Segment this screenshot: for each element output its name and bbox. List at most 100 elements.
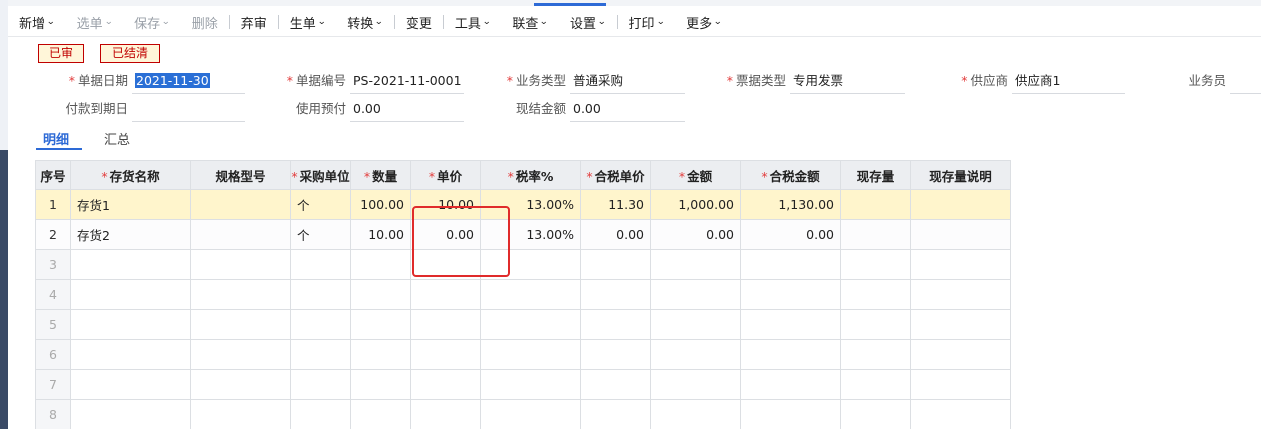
- toolbar-button[interactable]: 转换 ⌄: [336, 8, 394, 36]
- toolbar-button[interactable]: 保存 ⌄: [123, 8, 181, 36]
- table-row[interactable]: 1 存货1 个 100.00 10.00 13.00% 11.30 1,000.00 1,130…: [35, 189, 1011, 220]
- table-cell[interactable]: [480, 249, 581, 280]
- table-cell[interactable]: 存货2: [70, 219, 191, 250]
- toolbar-button[interactable]: 更多 ⌄: [675, 8, 733, 36]
- table-cell[interactable]: 0.00: [740, 219, 841, 250]
- table-row[interactable]: 5: [35, 309, 1011, 340]
- table-cell[interactable]: [650, 339, 741, 370]
- toolbar-button[interactable]: 变更: [395, 8, 443, 36]
- column-header[interactable]: * 数量: [350, 160, 411, 190]
- table-cell[interactable]: [740, 309, 841, 340]
- table-row[interactable]: 7: [35, 369, 1011, 400]
- table-cell[interactable]: [650, 279, 741, 310]
- table-row[interactable]: 4: [35, 279, 1011, 310]
- toolbar-button[interactable]: 设置 ⌄: [559, 8, 617, 36]
- table-cell[interactable]: 存货1: [70, 189, 191, 220]
- table-cell[interactable]: [410, 399, 481, 429]
- column-header[interactable]: * 存货名称: [70, 160, 191, 190]
- toolbar-button[interactable]: 打印 ⌄: [618, 8, 676, 36]
- table-cell[interactable]: [480, 339, 581, 370]
- table-cell[interactable]: [910, 339, 1011, 370]
- table-cell[interactable]: [910, 189, 1011, 220]
- table-cell[interactable]: [840, 279, 911, 310]
- table-row[interactable]: 3: [35, 249, 1011, 280]
- table-cell[interactable]: [840, 339, 911, 370]
- table-row[interactable]: 8: [35, 399, 1011, 429]
- table-cell[interactable]: [740, 249, 841, 280]
- column-header[interactable]: 规格型号: [190, 160, 291, 190]
- table-cell[interactable]: [650, 309, 741, 340]
- table-cell[interactable]: [650, 399, 741, 429]
- column-header[interactable]: 现存量: [840, 160, 911, 190]
- table-cell[interactable]: [840, 309, 911, 340]
- supplier-input[interactable]: 供应商1: [1012, 72, 1125, 94]
- table-cell[interactable]: [410, 339, 481, 370]
- table-cell[interactable]: [190, 399, 291, 429]
- column-header[interactable]: * 税率%: [480, 160, 581, 190]
- invoice-type-select[interactable]: 专用发票: [790, 72, 905, 94]
- table-cell[interactable]: [70, 249, 191, 280]
- table-cell[interactable]: [190, 219, 291, 250]
- table-cell[interactable]: [190, 249, 291, 280]
- table-cell[interactable]: [580, 309, 651, 340]
- column-header[interactable]: 现存量说明: [910, 160, 1011, 190]
- table-cell[interactable]: 1,000.00: [650, 189, 741, 220]
- pay-due-input[interactable]: [132, 100, 245, 122]
- table-cell[interactable]: 100.00: [350, 189, 411, 220]
- table-cell[interactable]: [840, 369, 911, 400]
- table-cell[interactable]: [910, 399, 1011, 429]
- table-cell[interactable]: [910, 369, 1011, 400]
- table-cell[interactable]: [840, 189, 911, 220]
- table-cell[interactable]: [740, 399, 841, 429]
- table-cell[interactable]: [580, 399, 651, 429]
- table-cell[interactable]: [410, 369, 481, 400]
- table-cell[interactable]: [290, 309, 351, 340]
- column-header[interactable]: * 金额: [650, 160, 741, 190]
- table-cell[interactable]: [840, 249, 911, 280]
- table-cell[interactable]: [350, 309, 411, 340]
- table-cell[interactable]: [580, 369, 651, 400]
- table-cell[interactable]: [910, 249, 1011, 280]
- table-cell[interactable]: [70, 309, 191, 340]
- toolbar-button[interactable]: 联查 ⌄: [501, 8, 559, 36]
- table-cell[interactable]: [740, 339, 841, 370]
- table-cell[interactable]: 13.00%: [480, 219, 581, 250]
- column-header[interactable]: * 合税金额: [740, 160, 841, 190]
- table-cell[interactable]: 0.00: [410, 219, 481, 250]
- table-cell[interactable]: [290, 249, 351, 280]
- table-cell[interactable]: [480, 369, 581, 400]
- table-cell[interactable]: [580, 339, 651, 370]
- toolbar-button[interactable]: 弃审: [230, 8, 278, 36]
- tab-summary[interactable]: 汇总: [104, 129, 130, 148]
- table-cell[interactable]: [650, 369, 741, 400]
- salesman-input[interactable]: [1230, 72, 1261, 94]
- table-row[interactable]: 2 存货2 个 10.00 0.00 13.00% 0.00 0.00 0.00: [35, 219, 1011, 250]
- table-cell[interactable]: [350, 249, 411, 280]
- table-cell[interactable]: [650, 249, 741, 280]
- table-cell[interactable]: [350, 399, 411, 429]
- table-cell[interactable]: [190, 339, 291, 370]
- cash-input[interactable]: 0.00: [570, 100, 685, 122]
- table-cell[interactable]: [480, 309, 581, 340]
- table-cell[interactable]: [350, 369, 411, 400]
- table-cell[interactable]: [910, 309, 1011, 340]
- table-cell[interactable]: [410, 249, 481, 280]
- table-cell[interactable]: [410, 279, 481, 310]
- table-cell[interactable]: [840, 399, 911, 429]
- table-cell[interactable]: [290, 339, 351, 370]
- table-cell[interactable]: [190, 369, 291, 400]
- table-cell[interactable]: [480, 279, 581, 310]
- table-cell[interactable]: [290, 369, 351, 400]
- table-cell[interactable]: [190, 279, 291, 310]
- toolbar-button[interactable]: 选单 ⌄: [66, 8, 124, 36]
- biz-type-select[interactable]: 普通采购: [570, 72, 685, 94]
- table-cell[interactable]: 11.30: [580, 189, 651, 220]
- doc-no-input[interactable]: PS-2021-11-0001: [350, 72, 464, 94]
- column-header[interactable]: * 采购单位: [290, 160, 351, 190]
- table-cell[interactable]: 1,130.00: [740, 189, 841, 220]
- tab-detail[interactable]: 明细: [43, 129, 69, 148]
- table-cell[interactable]: [580, 279, 651, 310]
- table-cell[interactable]: [350, 339, 411, 370]
- table-cell[interactable]: [910, 219, 1011, 250]
- toolbar-button[interactable]: 生单 ⌄: [279, 8, 337, 36]
